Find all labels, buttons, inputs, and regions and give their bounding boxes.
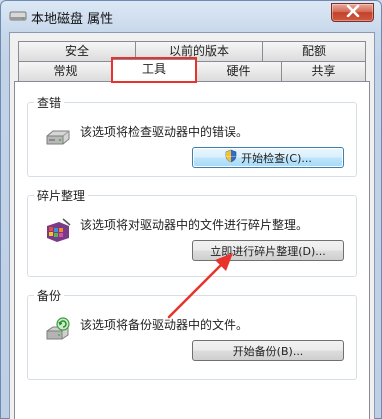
backup-now-button[interactable]: 开始备份(B)... <box>192 340 344 361</box>
group-title: 备份 <box>34 287 65 304</box>
group-title: 查错 <box>34 94 65 111</box>
check-now-button[interactable]: 开始检查(C)... <box>192 147 344 168</box>
tab-security[interactable]: 安全 <box>18 41 136 61</box>
group-description: 该选项将备份驱动器中的文件。 <box>80 318 249 332</box>
group-description: 该选项将检查驱动器中的错误。 <box>80 125 249 139</box>
tab-previous-versions[interactable]: 以前的版本 <box>135 41 263 61</box>
dialog-client: 安全 以前的版本 配额 常规 工具 硬件 共享 查错 该选项将检查驱动器中的错误… <box>9 32 375 419</box>
drive-icon <box>9 9 27 23</box>
window-title: 本地磁盘 属性 <box>31 12 114 27</box>
tab-sharing[interactable]: 共享 <box>281 61 366 81</box>
tools-tab-panel: 查错 该选项将检查驱动器中的错误。 开始检查(C)... 碎片整理 该选项将对驱… <box>14 81 370 419</box>
properties-window: 本地磁盘 属性 安全 以前的版本 配额 常规 工具 硬件 共享 查错 该选项将检… <box>0 0 382 419</box>
defragment-now-button[interactable]: 立即进行碎片整理(D)... <box>192 240 344 261</box>
uac-shield-icon <box>224 149 238 166</box>
group-description: 该选项将对驱动器中的文件进行碎片整理。 <box>80 218 309 232</box>
tab-tools[interactable]: 工具 <box>112 59 196 81</box>
defrag-icon <box>44 216 72 244</box>
close-x-icon <box>346 4 360 20</box>
backup-icon <box>44 316 72 344</box>
tab-quota[interactable]: 配额 <box>262 41 366 61</box>
backup-group: 备份 该选项将备份驱动器中的文件。 开始备份(B)... <box>27 287 357 380</box>
drive-icon <box>44 123 72 151</box>
title-bar[interactable]: 本地磁盘 属性 <box>1 1 381 31</box>
close-button[interactable] <box>331 3 374 22</box>
group-title: 碎片整理 <box>34 187 89 204</box>
tab-hardware[interactable]: 硬件 <box>195 61 282 81</box>
defragmentation-group: 碎片整理 该选项将对驱动器中的文件进行碎片整理。 立即进行碎片整理(D)... <box>27 187 357 277</box>
tab-general[interactable]: 常规 <box>18 61 113 81</box>
error-checking-group: 查错 该选项将检查驱动器中的错误。 开始检查(C)... <box>27 94 357 177</box>
